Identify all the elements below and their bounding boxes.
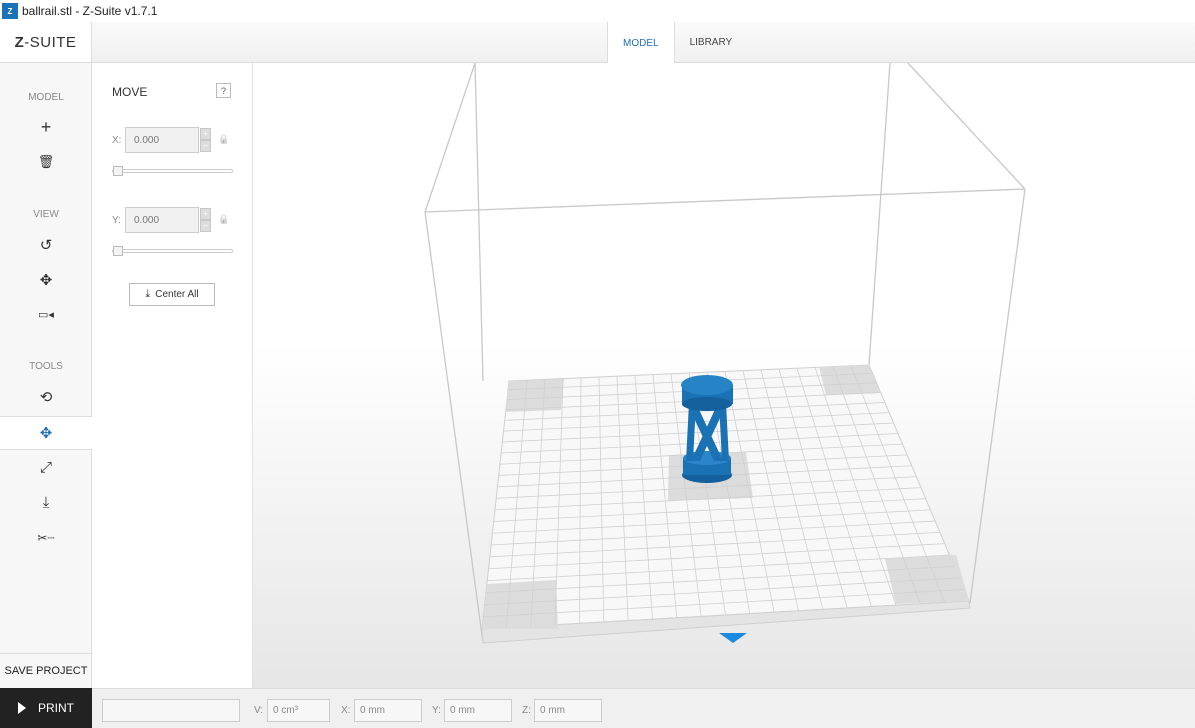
trash-icon: 🗑 [37, 153, 55, 169]
x-input[interactable]: 0.000 [125, 127, 199, 153]
y-input[interactable]: 0.000 [125, 207, 199, 233]
model-section-header: MODEL [28, 92, 64, 103]
size-x-label: X: [341, 705, 351, 716]
build-volume-scene [424, 63, 1026, 644]
x-increment-button[interactable]: + [200, 128, 211, 140]
rotate-tool-button[interactable]: ⟲ [0, 380, 92, 413]
scissors-icon: ✂┈ [37, 530, 55, 545]
center-all-button[interactable]: ⤓ Center All [129, 283, 215, 306]
place-on-bed-icon: ⤓ [42, 494, 50, 511]
top-bar: Z -SUITE MODEL LIBRARY [0, 22, 1195, 64]
status-bar: V: 0 cm³ X: 0 mm Y: 0 mm Z: 0 mm [92, 688, 1195, 728]
y-increment-button[interactable]: + [200, 208, 211, 220]
build-volume-edge [474, 63, 484, 382]
place-on-bed-tool-button[interactable]: ⤓ [0, 486, 92, 519]
y-slider[interactable] [112, 246, 233, 256]
camera-view-button[interactable]: ▭◂ [0, 298, 92, 331]
size-z-value: 0 mm [534, 699, 602, 722]
size-z-label: Z: [522, 705, 531, 716]
scale-icon: ⤢ [39, 459, 52, 476]
ballrail-model [681, 375, 733, 483]
y-lock-icon[interactable]: 🔒 [218, 214, 229, 225]
help-button[interactable]: ? [216, 83, 231, 98]
build-volume-edge [907, 63, 1026, 190]
move-panel: MOVE ? X: 0.000 + – 🔒 Y: 0.000 + – 🔒 ⤓ C… [92, 63, 253, 688]
pan-view-button[interactable]: ✥ [0, 263, 92, 296]
volume-value: 0 cm³ [267, 699, 330, 722]
tab-model[interactable]: MODEL [607, 22, 675, 64]
y-spinner: + – [200, 208, 211, 232]
rotate-tool-icon: ⟲ [39, 388, 53, 406]
y-slider-thumb[interactable] [113, 246, 123, 256]
save-project-button[interactable]: SAVE PROJECT [0, 653, 92, 688]
move-tool-button[interactable]: ✥ [0, 416, 92, 450]
tab-library[interactable]: LIBRARY [675, 22, 748, 63]
3d-viewport[interactable] [253, 63, 1195, 688]
rotate-view-button[interactable]: ↺ [0, 228, 92, 261]
rotate-view-icon: ↺ [39, 236, 53, 254]
scale-tool-button[interactable]: ⤢ [0, 451, 92, 484]
tools-section-header: TOOLS [29, 361, 63, 372]
panel-title: MOVE [112, 85, 148, 99]
app-icon: Z [2, 3, 18, 19]
size-y-value: 0 mm [444, 699, 512, 722]
build-volume-edge [424, 211, 484, 644]
y-lock-glyph: 🔒 [218, 214, 230, 224]
print-label: PRINT [38, 701, 74, 715]
plate-corner-patch [505, 379, 564, 412]
front-marker-icon [719, 633, 747, 643]
logo-suffix: -SUITE [24, 33, 77, 51]
y-label: Y: [112, 215, 121, 226]
delete-model-button[interactable]: 🗑 [0, 145, 92, 178]
build-volume-edge [424, 188, 1026, 213]
view-section-header: VIEW [33, 209, 59, 220]
y-decrement-button[interactable]: – [200, 220, 211, 232]
add-model-button[interactable]: + [0, 111, 92, 144]
build-volume-edge [424, 63, 476, 213]
center-all-label: Center All [155, 289, 199, 300]
logo-prefix: Z [14, 33, 25, 51]
x-lock-icon[interactable]: 🔒 [218, 134, 229, 145]
x-slider[interactable] [112, 166, 233, 176]
play-icon [18, 702, 26, 714]
print-button[interactable]: PRINT [0, 688, 92, 728]
x-label: X: [112, 135, 122, 146]
build-volume-edge [969, 188, 1026, 604]
camera-icon: ▭◂ [38, 309, 54, 321]
size-y-label: Y: [432, 705, 441, 716]
build-volume-edge [868, 63, 891, 366]
left-toolbar: MODEL + 🗑 VIEW ↺ ✥ ▭◂ TOOLS ⟲ ✥ ⤢ ⤓ ✂┈ S… [0, 63, 92, 688]
window-title: ballrail.stl - Z-Suite v1.7.1 [22, 4, 158, 18]
x-spinner: + – [200, 128, 211, 152]
volume-label: V: [254, 705, 264, 716]
x-decrement-button[interactable]: – [200, 140, 211, 152]
app-logo: Z -SUITE [0, 22, 92, 62]
cut-tool-button[interactable]: ✂┈ [0, 521, 92, 554]
size-x-value: 0 mm [354, 699, 422, 722]
x-lock-glyph: 🔒 [218, 134, 230, 144]
plus-icon: + [40, 117, 52, 137]
x-slider-thumb[interactable] [113, 166, 123, 176]
move-tool-icon: ✥ [39, 425, 53, 442]
main-tabs: MODEL LIBRARY [607, 22, 748, 64]
center-all-icon: ⤓ [145, 288, 151, 300]
pan-icon: ✥ [39, 271, 53, 289]
window-titlebar: Z ballrail.stl - Z-Suite v1.7.1 [0, 0, 1195, 22]
progress-field [102, 699, 240, 722]
